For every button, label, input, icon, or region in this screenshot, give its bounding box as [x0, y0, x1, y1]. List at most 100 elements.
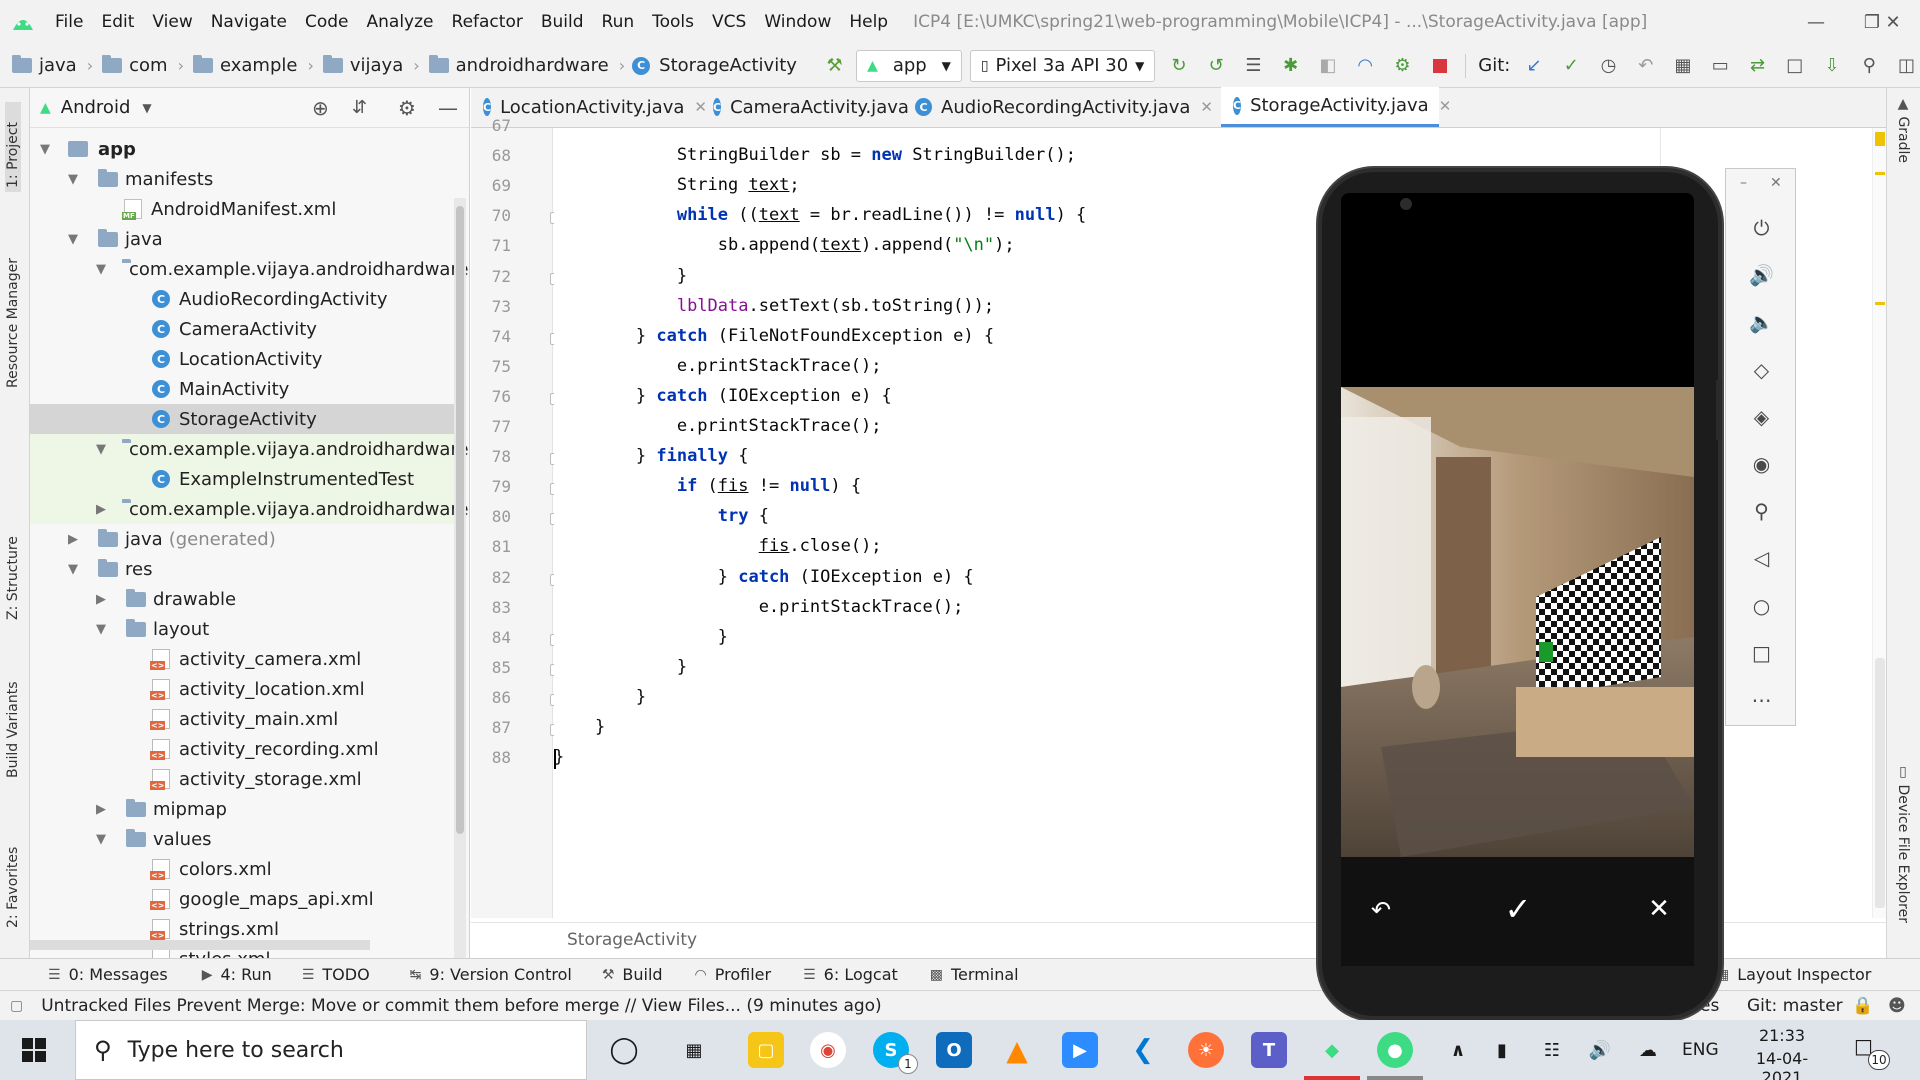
emulator-minimize-icon[interactable]: –	[1740, 175, 1747, 191]
teams-icon[interactable]: T	[1251, 1032, 1287, 1068]
tool-tab-structure[interactable]: Z: Structure	[5, 520, 21, 620]
sync-gradle-icon[interactable]: ⇄	[1744, 52, 1771, 80]
editor-tab[interactable]: C StorageActivity.java ✕	[1221, 87, 1451, 127]
git-update-icon[interactable]: ↙	[1520, 52, 1547, 80]
zoom-icon[interactable]: ⚲	[1726, 494, 1797, 528]
menu-edit[interactable]: Edit	[92, 0, 143, 44]
confirm-check-icon[interactable]: ✓	[1498, 890, 1538, 930]
file-explorer-icon[interactable]: ▢	[748, 1032, 784, 1068]
tree-item[interactable]: C LocationActivity	[30, 344, 454, 374]
locate-file-icon[interactable]: ⊕	[312, 96, 329, 120]
chevron-down-icon[interactable]: ▼	[68, 562, 82, 577]
input-language[interactable]: ENG	[1682, 1040, 1719, 1060]
back-icon[interactable]: ◁	[1726, 541, 1797, 575]
tree-item[interactable]: ▼ app	[30, 134, 454, 164]
close-tab-icon[interactable]: ✕	[1200, 98, 1213, 116]
volume-icon[interactable]: 🔊	[1582, 1032, 1618, 1068]
stop-icon[interactable]	[1426, 52, 1453, 80]
menu-vcs[interactable]: VCS	[703, 0, 755, 44]
tree-item[interactable]: ▼ layout	[30, 614, 454, 644]
close-window-button[interactable]: ✕	[1866, 0, 1920, 44]
tool-tab-favorites[interactable]: 2: Favorites	[5, 828, 21, 928]
overview-icon[interactable]: □	[1726, 636, 1797, 670]
chevron-down-icon[interactable]: ▼	[96, 262, 106, 277]
outlook-icon[interactable]: O	[936, 1032, 972, 1068]
chevron-down-icon[interactable]: ▼	[40, 142, 54, 157]
close-tab-icon[interactable]: ✕	[1439, 97, 1452, 115]
firefox-icon[interactable]: ☀	[1188, 1032, 1224, 1068]
wifi-icon[interactable]: ☷	[1534, 1032, 1570, 1068]
cancel-close-icon[interactable]: ✕	[1644, 894, 1674, 924]
tree-item[interactable]: activity_camera.xml	[30, 644, 454, 674]
tree-item[interactable]: activity_recording.xml	[30, 734, 454, 764]
tree-item[interactable]: activity_location.xml	[30, 674, 454, 704]
tree-item[interactable]: colors.xml	[30, 854, 454, 884]
breadcrumb-com[interactable]: com ›	[100, 44, 191, 88]
show-hidden-icons-icon[interactable]: ∧	[1440, 1032, 1476, 1068]
windows-start-icon[interactable]	[22, 1038, 46, 1066]
breadcrumb-example[interactable]: example ›	[191, 44, 321, 88]
tool-layout-inspector[interactable]: ▦ Layout Inspector	[1716, 965, 1871, 984]
vscode-icon[interactable]: ❮	[1125, 1032, 1161, 1068]
tree-item[interactable]: ▶ java (generated)	[30, 524, 454, 554]
profile-icon[interactable]: ◧	[1314, 52, 1341, 80]
lock-icon[interactable]: 🔒	[1852, 996, 1873, 1016]
menu-build[interactable]: Build	[532, 0, 593, 44]
chevron-right-icon[interactable]: ▶	[96, 502, 106, 517]
warning-marker-line[interactable]	[1875, 302, 1885, 305]
chevron-right-icon[interactable]: ▶	[96, 802, 110, 817]
menu-analyze[interactable]: Analyze	[358, 0, 443, 44]
tree-item[interactable]: activity_main.xml	[30, 704, 454, 734]
taskbar-search-box[interactable]: ⚲ Type here to search	[75, 1020, 587, 1080]
project-structure-icon[interactable]: ▦	[1669, 52, 1696, 80]
device-manager-icon[interactable]: ▭	[1707, 52, 1734, 80]
warning-marker-line[interactable]	[1875, 172, 1885, 175]
apply-changes-restart-icon[interactable]: ↻	[1165, 52, 1192, 80]
project-scrollbar-track[interactable]	[454, 198, 466, 958]
editor-breadcrumb[interactable]: StorageActivity	[567, 930, 697, 950]
project-scrollbar-thumb[interactable]	[456, 206, 464, 834]
tool-build[interactable]: ⚒ Build	[602, 965, 663, 984]
profiler-gauge-icon[interactable]: ◠	[1352, 52, 1379, 80]
editor-scrollbar-thumb[interactable]	[1875, 658, 1885, 908]
editor-tab[interactable]: CCameraActivity.java✕	[701, 87, 931, 127]
apply-code-changes-icon[interactable]: ↺	[1203, 52, 1230, 80]
event-log-icon[interactable]: ☻	[1888, 996, 1906, 1016]
rotate-right-icon[interactable]: ◈	[1726, 400, 1797, 434]
tool-tab-device-file-explorer[interactable]: ▯ Device File Explorer	[1895, 764, 1911, 923]
chevron-right-icon[interactable]: ▶	[68, 532, 82, 547]
chrome-icon[interactable]: ◉	[810, 1032, 846, 1068]
menu-window[interactable]: Window	[755, 0, 840, 44]
tree-item[interactable]: C ExampleInstrumentedTest	[30, 464, 454, 494]
tool-profiler[interactable]: ◠ Profiler	[695, 965, 772, 984]
menu-refactor[interactable]: Refactor	[443, 0, 532, 44]
breadcrumb-vijaya[interactable]: vijaya ›	[321, 44, 427, 88]
git-history-icon[interactable]: ◷	[1595, 52, 1622, 80]
settings-gear-icon[interactable]: ⚙	[398, 96, 416, 120]
warning-marker-icon[interactable]	[1875, 132, 1885, 146]
tool-version-control[interactable]: ↹ 9: Version Control	[410, 965, 572, 984]
run-config-select[interactable]: ▲ app ▼	[856, 49, 962, 82]
battery-icon[interactable]: ▮	[1484, 1032, 1520, 1068]
editor-tab[interactable]: C AudioRecordingActivity.java ✕	[903, 87, 1221, 127]
tool-logcat[interactable]: ☰ 6: Logcat	[803, 965, 898, 984]
tree-item[interactable]: C CameraActivity	[30, 314, 454, 344]
attach-debugger-icon[interactable]: ⚙	[1389, 52, 1416, 80]
vlc-icon[interactable]: ▲	[999, 1032, 1035, 1068]
tree-item[interactable]: ▼ manifests	[30, 164, 454, 194]
tree-item[interactable]: C StorageActivity	[30, 404, 454, 434]
chevron-down-icon[interactable]: ▼	[68, 232, 82, 247]
tool-tab-build-variants[interactable]: Build Variants	[5, 668, 21, 778]
more-icon[interactable]: ⋯	[1726, 683, 1797, 717]
project-view-select[interactable]: Android	[61, 97, 131, 118]
toolbar-more-icon[interactable]: ◫	[1893, 52, 1920, 80]
camera-icon[interactable]: ◉	[1726, 447, 1797, 481]
tree-item[interactable]: ▶com.example.vijaya.androidhardware(tes	[30, 494, 469, 524]
tool-tab-gradle[interactable]: ▲ Gradle	[1895, 96, 1911, 163]
breadcrumb-storageactivity[interactable]: C StorageActivity	[632, 44, 797, 88]
menu-file[interactable]: File	[46, 0, 92, 44]
chevron-right-icon[interactable]: ▶	[96, 592, 110, 607]
status-message[interactable]: Untracked Files Prevent Merge: Move or c…	[41, 996, 881, 1016]
tool-messages[interactable]: ☰ 0: Messages	[48, 965, 168, 984]
error-stripe[interactable]	[1872, 128, 1886, 918]
